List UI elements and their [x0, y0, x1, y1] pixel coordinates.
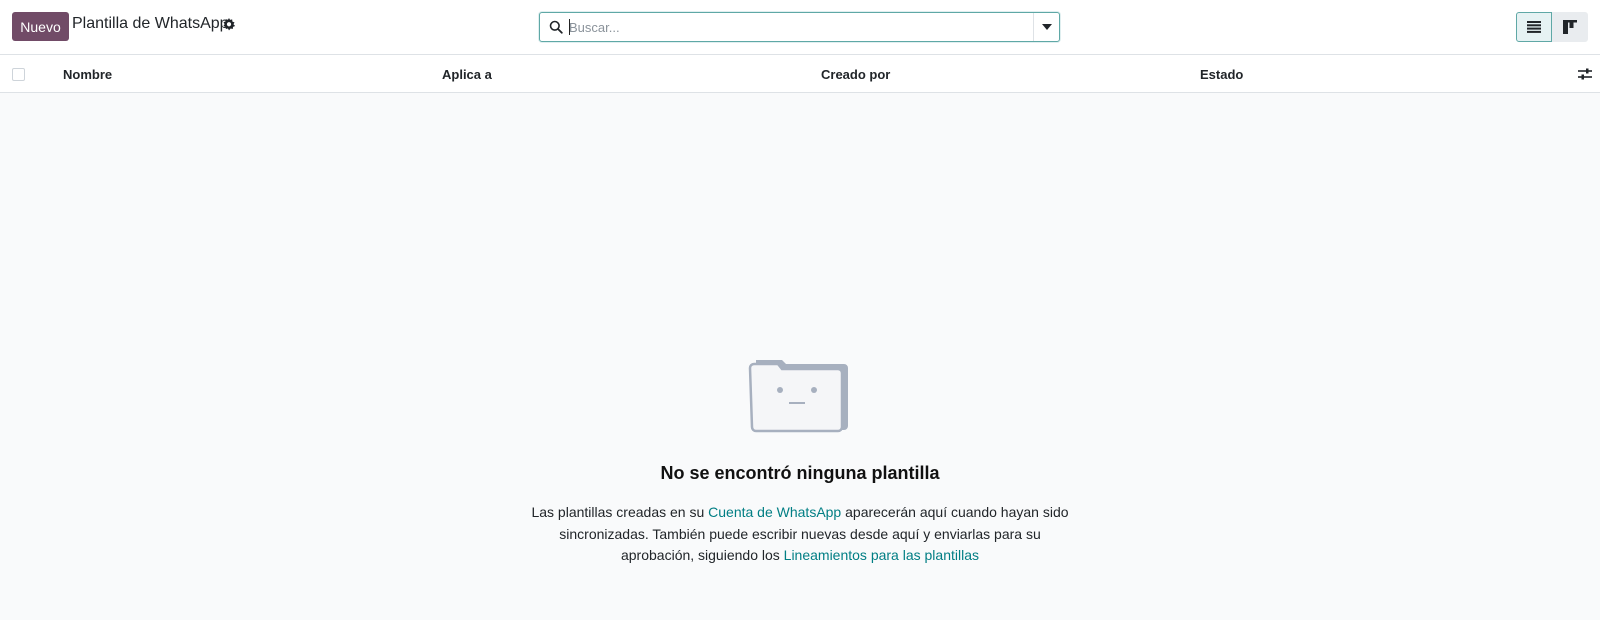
search-bar[interactable]: Buscar...: [539, 12, 1060, 42]
column-header-status[interactable]: Estado: [1200, 67, 1243, 82]
new-button[interactable]: Nuevo: [12, 12, 69, 41]
gear-icon[interactable]: [222, 18, 238, 34]
search-options-toggle[interactable]: [1033, 13, 1059, 41]
template-guidelines-link[interactable]: Lineamientos para las plantillas: [784, 547, 979, 563]
select-all-checkbox[interactable]: [12, 68, 25, 81]
empty-state-title: No se encontró ninguna plantilla: [660, 463, 940, 483]
list-view-icon: [1527, 21, 1541, 33]
empty-state: No se encontró ninguna plantilla Las pla…: [0, 93, 1600, 620]
column-header-created-by[interactable]: Creado por: [821, 67, 890, 82]
view-switcher: [1516, 12, 1588, 42]
control-panel: Nuevo Plantilla de WhatsApp Buscar...: [0, 0, 1600, 55]
caret-down-icon: [1041, 24, 1052, 30]
table-header: Nombre Aplica a Creado por Estado: [0, 55, 1600, 93]
list-view-button[interactable]: [1516, 12, 1552, 42]
page-title: Plantilla de WhatsApp: [72, 15, 229, 32]
column-header-name[interactable]: Nombre: [63, 67, 112, 82]
sad-folder-icon: [748, 358, 850, 434]
empty-state-description: Las plantillas creadas en su Cuenta de W…: [530, 502, 1070, 567]
search-icon: [549, 20, 563, 34]
sliders-icon[interactable]: [1578, 67, 1592, 81]
column-header-applies-to[interactable]: Aplica a: [442, 67, 492, 82]
empty-text-part-1: Las plantillas creadas en su: [531, 504, 709, 520]
kanban-view-icon: [1563, 20, 1577, 34]
whatsapp-account-link[interactable]: Cuenta de WhatsApp: [708, 504, 841, 520]
search-input[interactable]: Buscar...: [569, 20, 620, 35]
kanban-view-button[interactable]: [1552, 12, 1588, 42]
